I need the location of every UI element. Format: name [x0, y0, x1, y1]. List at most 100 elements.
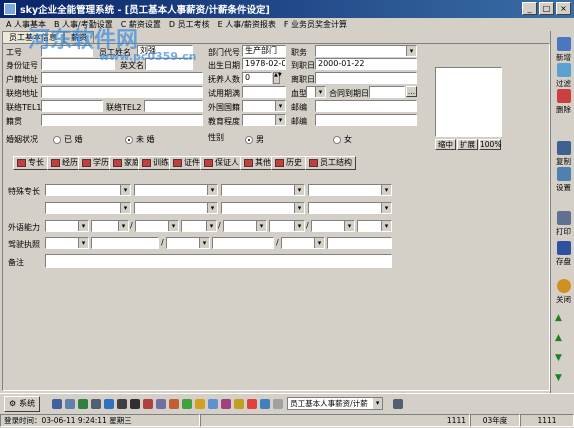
subtab-training[interactable]: 训练: [138, 156, 173, 170]
tool-icon-9[interactable]: [156, 398, 167, 409]
skill-select-1[interactable]: [45, 184, 131, 196]
tool-icon-14[interactable]: [221, 398, 232, 409]
married-radio[interactable]: 已 婚: [53, 134, 83, 145]
language-level-4[interactable]: [357, 220, 392, 232]
license-no-3[interactable]: [327, 237, 392, 249]
skill-select-7[interactable]: [221, 202, 305, 214]
prev-record-icon[interactable]: ▲: [555, 333, 562, 343]
zip2-field[interactable]: [315, 114, 417, 126]
delete-button[interactable]: 删除: [553, 89, 574, 115]
system-button[interactable]: ⚙ 系统: [4, 395, 41, 412]
minimize-button[interactable]: _: [522, 2, 537, 15]
license-no-2[interactable]: [212, 237, 274, 249]
tel2-field[interactable]: [144, 100, 203, 112]
join-field[interactable]: 2000-01-22: [315, 58, 417, 70]
subtab-skills[interactable]: 专长: [13, 156, 48, 170]
dependents-field[interactable]: 0: [242, 72, 272, 84]
tool-icon-2[interactable]: [65, 398, 76, 409]
tool-icon-7[interactable]: [130, 398, 141, 409]
settings-button[interactable]: 设置: [553, 167, 574, 193]
blood-select[interactable]: [306, 86, 326, 98]
leave-field[interactable]: [315, 72, 417, 84]
filter-button[interactable]: 过滤: [553, 63, 574, 89]
contract-more-button[interactable]: ...: [406, 86, 417, 97]
menu-yuangong-kaohe[interactable]: D 员工考核: [165, 19, 214, 30]
floppy-icon[interactable]: [393, 398, 404, 409]
module-select[interactable]: 员工基本人事薪资/计薪: [287, 397, 384, 410]
photo-zoom-button[interactable]: 100%: [479, 139, 501, 150]
subtab-certificate[interactable]: 证件: [169, 156, 204, 170]
tool-icon-11[interactable]: [182, 398, 193, 409]
close-form-button[interactable]: 关闭: [553, 279, 574, 305]
tool-icon-13[interactable]: [208, 398, 219, 409]
zip1-field[interactable]: [315, 100, 417, 112]
language-select-4[interactable]: [311, 220, 355, 232]
subtab-structure[interactable]: 员工结构: [305, 156, 356, 170]
subtab-history[interactable]: 历史: [271, 156, 306, 170]
tool-icon-4[interactable]: [91, 398, 102, 409]
tool-icon-17[interactable]: [260, 398, 271, 409]
maximize-button[interactable]: □: [539, 2, 554, 15]
language-level-2[interactable]: [181, 220, 217, 232]
menu-baobiao[interactable]: E 人事/薪资报表: [214, 19, 280, 30]
remarks-field[interactable]: [45, 254, 392, 268]
native-field[interactable]: [41, 114, 203, 126]
tool-icon-12[interactable]: [195, 398, 206, 409]
tool-icon-5[interactable]: [104, 398, 115, 409]
contact-addr-field[interactable]: [41, 86, 203, 98]
education-icon: [82, 159, 91, 167]
tel1-field[interactable]: [41, 100, 103, 112]
position-select[interactable]: [315, 45, 417, 57]
contract-field[interactable]: [369, 86, 405, 98]
license-select-1[interactable]: [45, 237, 89, 249]
male-radio[interactable]: 男: [245, 134, 264, 145]
tool-icon-18[interactable]: [273, 398, 284, 409]
female-radio[interactable]: 女: [333, 134, 352, 145]
last-record-icon[interactable]: ▼: [555, 373, 562, 383]
tool-icon-6[interactable]: [117, 398, 128, 409]
subtab-guarantor[interactable]: 保证人: [200, 156, 243, 170]
subtab-education[interactable]: 学历: [78, 156, 113, 170]
birth-field[interactable]: 1978-02-02: [242, 58, 286, 70]
print-button[interactable]: 打印: [553, 211, 574, 237]
huji-field[interactable]: [41, 72, 203, 84]
save-button[interactable]: 存盘: [553, 241, 574, 267]
add-button[interactable]: 新增: [553, 37, 574, 63]
language-select-2[interactable]: [135, 220, 179, 232]
dept-field[interactable]: 生产部门: [242, 45, 286, 57]
skill-select-2[interactable]: [134, 184, 218, 196]
first-record-icon[interactable]: ▲: [555, 313, 562, 323]
foreign-select[interactable]: [242, 100, 286, 112]
tool-icon-15[interactable]: [234, 398, 245, 409]
skill-select-8[interactable]: [308, 202, 392, 214]
skill-select-5[interactable]: [45, 202, 131, 214]
dependents-spinner[interactable]: ▲▼: [273, 72, 282, 84]
skill-select-6[interactable]: [134, 202, 218, 214]
license-select-3[interactable]: [281, 237, 325, 249]
language-select-3[interactable]: [223, 220, 267, 232]
tool-icon-10[interactable]: [169, 398, 180, 409]
tool-icon-3[interactable]: [78, 398, 89, 409]
menu-jiangjin[interactable]: F 业务员奖金计算: [280, 19, 351, 30]
photo-expand-button[interactable]: 扩展: [457, 139, 478, 150]
subtab-other[interactable]: 其他: [240, 156, 275, 170]
tool-icon-1[interactable]: [52, 398, 63, 409]
photo-shrink-button[interactable]: 缩中: [435, 139, 456, 150]
tool-icon-16[interactable]: [247, 398, 258, 409]
photo-box[interactable]: [435, 67, 502, 137]
language-level-1[interactable]: [91, 220, 129, 232]
license-select-2[interactable]: [166, 237, 210, 249]
edu-select[interactable]: [242, 114, 286, 126]
tool-icon-8[interactable]: [143, 398, 154, 409]
subtab-experience[interactable]: 经历: [47, 156, 82, 170]
language-select-1[interactable]: [45, 220, 89, 232]
language-level-3[interactable]: [269, 220, 305, 232]
next-record-icon[interactable]: ▼: [555, 353, 562, 363]
single-radio[interactable]: 未 婚: [125, 134, 155, 145]
skill-select-3[interactable]: [221, 184, 305, 196]
skill-select-4[interactable]: [308, 184, 392, 196]
license-no-1[interactable]: [91, 237, 159, 249]
copy-button[interactable]: 复制: [553, 141, 574, 167]
trial-field[interactable]: [242, 86, 286, 98]
close-button[interactable]: ×: [556, 2, 571, 15]
